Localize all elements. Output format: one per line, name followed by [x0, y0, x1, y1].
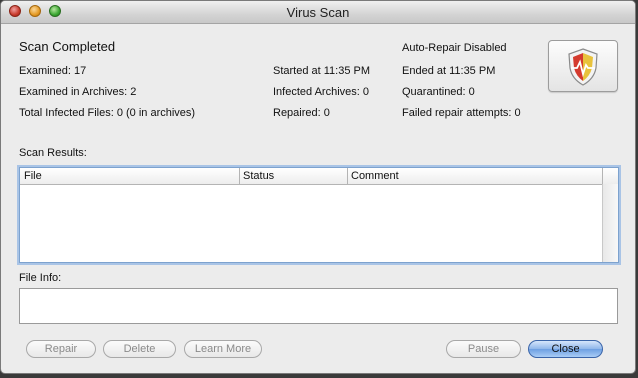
close-button[interactable]: Close: [528, 340, 603, 358]
virus-scan-window: Virus Scan Scan Completed Examined: 17 E…: [0, 0, 636, 374]
examined-archives-count: Examined in Archives: 2: [19, 86, 137, 98]
column-divider[interactable]: [239, 168, 240, 184]
file-info-label: File Info:: [19, 272, 62, 284]
scan-results-table[interactable]: File Status Comment: [19, 167, 619, 263]
auto-repair-status: Auto-Repair Disabled: [402, 42, 507, 54]
results-table-header: File Status Comment: [20, 168, 618, 185]
window-title: Virus Scan: [286, 5, 350, 20]
column-header-status[interactable]: Status: [243, 170, 274, 182]
column-header-comment[interactable]: Comment: [351, 170, 399, 182]
quarantined-count: Quarantined: 0: [402, 86, 475, 98]
scan-start-time: Started at 11:35 PM: [273, 65, 371, 77]
learn-more-button[interactable]: Learn More: [184, 340, 262, 358]
pause-button[interactable]: Pause: [446, 340, 521, 358]
infected-archives-count: Infected Archives: 0: [273, 86, 369, 98]
column-header-file[interactable]: File: [24, 170, 42, 182]
scan-end-time: Ended at 11:35 PM: [402, 65, 496, 77]
total-infected-count: Total Infected Files: 0 (0 in archives): [19, 107, 196, 119]
scan-results-label: Scan Results:: [19, 147, 87, 159]
results-scrollbar[interactable]: [602, 184, 618, 262]
scan-status-heading: Scan Completed: [19, 39, 116, 54]
column-divider[interactable]: [347, 168, 348, 184]
examined-count: Examined: 17: [19, 65, 87, 77]
repaired-count: Repaired: 0: [273, 107, 330, 119]
file-info-field[interactable]: [19, 288, 618, 324]
column-divider: [602, 168, 603, 184]
delete-button[interactable]: Delete: [103, 340, 176, 358]
title-bar: Virus Scan: [1, 1, 635, 24]
failed-repair-count: Failed repair attempts: 0: [402, 107, 521, 119]
repair-button[interactable]: Repair: [26, 340, 96, 358]
antivirus-shield-icon: [548, 40, 618, 92]
